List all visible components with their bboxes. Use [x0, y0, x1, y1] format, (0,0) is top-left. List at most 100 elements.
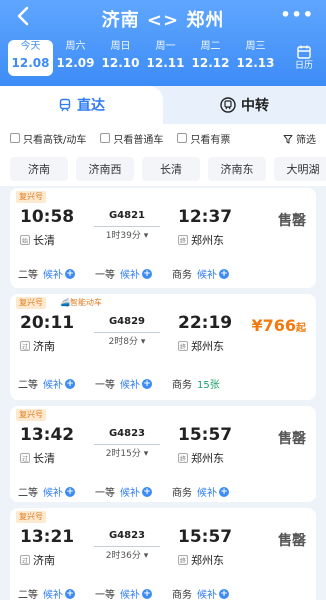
- more-menu-icon[interactable]: •••: [280, 7, 314, 23]
- seat-second-class[interactable]: 二等 候补 +: [18, 376, 75, 391]
- price-value: ¥766: [251, 316, 296, 335]
- seat-row: 二等 候补 + 一等 候补 + 商务 候补 +: [18, 266, 249, 281]
- seat-name: 商务: [172, 488, 192, 499]
- filter-gaotie[interactable]: 只看高铁/动车: [10, 131, 86, 146]
- date-weekday: 周日: [110, 41, 131, 52]
- price: ¥766起: [251, 316, 306, 335]
- seat-first-class[interactable]: 一等 候补 +: [95, 484, 152, 499]
- tab-direct[interactable]: 直达: [0, 86, 163, 124]
- train-card[interactable]: 复兴号 10:58 G4821 1时39分 ▾ 12:37 始长清 终郑州东 售…: [10, 188, 316, 288]
- seat-name: 一等: [95, 488, 115, 499]
- train-number: G4829: [108, 316, 146, 327]
- station-chip[interactable]: 济南: [10, 157, 68, 181]
- date-item[interactable]: 周六 12.09: [53, 40, 98, 76]
- duration: 1时39分 ▾: [105, 231, 149, 241]
- seat-business-class[interactable]: 商务 候补 +: [172, 586, 229, 600]
- departure-time: 13:21: [20, 527, 75, 547]
- filter-putong[interactable]: 只看普通车: [100, 131, 163, 146]
- arrival-station: 终郑州东: [178, 338, 224, 354]
- seat-business-class[interactable]: 商务 15张: [172, 376, 220, 391]
- arrival-time: 12:37: [178, 207, 233, 227]
- seat-business-class[interactable]: 商务 候补 +: [172, 266, 229, 281]
- seat-value: 15张: [197, 380, 220, 391]
- price-suffix: 起: [296, 323, 306, 334]
- filter-button[interactable]: 筛选: [283, 131, 316, 146]
- duration: 2时36分 ▾: [105, 551, 149, 561]
- seat-name: 商务: [172, 270, 192, 281]
- train-number: G4821: [108, 210, 146, 221]
- calendar-label: 日历: [294, 61, 313, 71]
- date-value: 12.12: [191, 56, 230, 70]
- station-chip[interactable]: 济南东: [208, 157, 266, 181]
- seat-value: 候补: [120, 488, 140, 499]
- station-chip[interactable]: 济南西: [76, 157, 134, 181]
- train-card[interactable]: 复兴号 🚄智能动车 20:11 G4829 2时8分 ▾ 22:19 过济南 终…: [10, 294, 316, 400]
- departure-time: 10:58: [20, 207, 75, 227]
- seat-value: 候补: [197, 270, 217, 281]
- seat-name: 二等: [18, 488, 38, 499]
- date-item[interactable]: 今天 12.08: [8, 40, 53, 76]
- seat-business-class[interactable]: 商务 候补 +: [172, 484, 229, 499]
- smart-train-text: 智能动车: [69, 298, 102, 307]
- seat-second-class[interactable]: 二等 候补 +: [18, 266, 75, 281]
- date-value: 12.13: [236, 56, 275, 70]
- seat-first-class[interactable]: 一等 候补 +: [95, 376, 152, 391]
- train-type-badge: 复兴号: [16, 511, 46, 523]
- arrival-station-name: 郑州东: [191, 340, 224, 353]
- end-tag: 终: [178, 555, 188, 565]
- train-card[interactable]: 复兴号 13:21 G4823 2时36分 ▾ 15:57 过济南 终郑州东 售…: [10, 508, 316, 600]
- station-chip[interactable]: 长清: [142, 157, 200, 181]
- end-tag: 终: [178, 235, 188, 245]
- arrival-time: 15:57: [178, 425, 233, 445]
- train-number: G4823: [108, 530, 146, 541]
- calendar-button[interactable]: 日历: [292, 44, 316, 72]
- checkbox-icon: [177, 133, 188, 143]
- train-card[interactable]: 复兴号 13:42 G4823 2时15分 ▾ 15:57 过长清 终郑州东 售…: [10, 406, 316, 502]
- seat-first-class[interactable]: 一等 候补 +: [95, 266, 152, 281]
- seat-name: 商务: [172, 380, 192, 391]
- filter-bar: 只看高铁/动车 只看普通车 只看有票 筛选: [0, 124, 326, 152]
- date-item[interactable]: 周三 12.13: [233, 40, 278, 76]
- end-tag: 终: [178, 453, 188, 463]
- seat-name: 一等: [95, 380, 115, 391]
- sold-out-status: 售罄: [278, 213, 306, 229]
- end-tag: 终: [178, 341, 188, 351]
- filter-label: 只看有票: [190, 134, 231, 146]
- date-item[interactable]: 周一 12.11: [143, 40, 188, 76]
- departure-station: 过济南: [20, 338, 55, 354]
- tab-transfer[interactable]: 中转: [163, 86, 326, 124]
- date-selector: 今天 12.08 周六 12.09 周日 12.10 周一 12.11 周二 12.12 …: [8, 40, 278, 78]
- plus-icon: +: [142, 268, 152, 279]
- arrival-station-name: 郑州东: [191, 554, 224, 567]
- station-chip[interactable]: 大明湖: [274, 157, 326, 181]
- checkbox-icon: [10, 133, 20, 143]
- transfer-train-icon: [220, 97, 236, 113]
- duration-text: 2时36分: [105, 551, 141, 561]
- seat-value: 候补: [43, 590, 63, 600]
- pass-tag: 过: [20, 341, 30, 351]
- seat-name: 二等: [18, 590, 38, 600]
- filter-youpiao[interactable]: 只看有票: [177, 131, 230, 146]
- seat-second-class[interactable]: 二等 候补 +: [18, 484, 75, 499]
- seat-row: 二等 候补 + 一等 候补 + 商务 候补 +: [18, 484, 249, 499]
- arrival-station-name: 郑州东: [191, 452, 224, 465]
- arrival-station: 终郑州东: [178, 552, 224, 568]
- tab-direct-label: 直达: [77, 98, 105, 114]
- plus-icon: +: [65, 486, 75, 497]
- departure-time: 13:42: [20, 425, 75, 445]
- seat-value: 候补: [43, 380, 63, 391]
- date-item[interactable]: 周日 12.10: [98, 40, 143, 76]
- seat-first-class[interactable]: 一等 候补 +: [95, 586, 152, 600]
- date-value: 12.09: [56, 56, 95, 70]
- date-weekday: 周六: [65, 41, 86, 52]
- date-weekday: 今天: [20, 41, 41, 52]
- seat-row: 二等 候补 + 一等 候补 + 商务 候补 +: [18, 586, 249, 600]
- station-chips: 济南 济南西 长清 济南东 大明湖: [0, 152, 326, 186]
- train-type-badge: 复兴号: [16, 297, 46, 309]
- route-line: [94, 546, 160, 547]
- route-title[interactable]: 济南 <> 郑州: [0, 6, 326, 32]
- date-item[interactable]: 周二 12.12: [188, 40, 233, 76]
- seat-second-class[interactable]: 二等 候补 +: [18, 586, 75, 600]
- pass-tag: 过: [20, 555, 30, 565]
- train-icon: [59, 98, 71, 112]
